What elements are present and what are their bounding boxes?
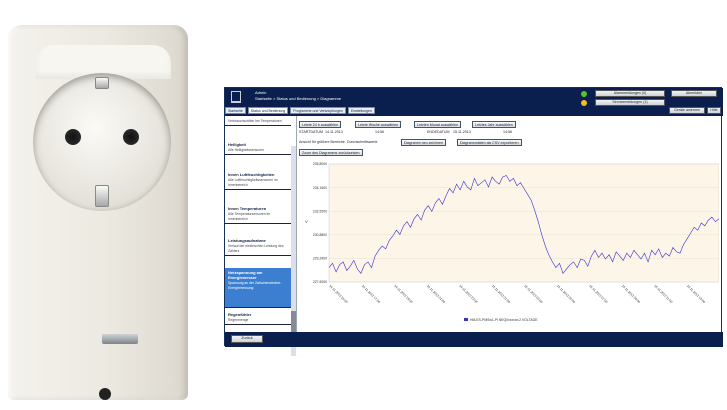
user-name: Admin	[255, 90, 267, 95]
sidebar-item-desc: Verlauf der elektrischen Leistung des Zä…	[228, 244, 284, 253]
chart-area[interactable]: 227,6000 229,2400 230,8800 232,5200 234,1600…	[299, 160, 727, 330]
breadcrumb: Startseite > Status und Bedienung > Diag…	[255, 96, 342, 101]
sidebar-item-title: Helligkeit	[228, 142, 246, 147]
plot-background	[328, 163, 720, 283]
start-time-field[interactable]: 14:56	[375, 130, 384, 134]
diagram-sidebar: Verbrauchszähler bei Temperaturen Hellig…	[225, 116, 297, 356]
alarm-status-dot	[581, 91, 587, 97]
x-tick-label: 14.11.2013 19:00	[393, 284, 413, 304]
main-tabs: Startseite Status und Bedienung Programm…	[225, 107, 375, 114]
sidebar-item-title: Netzspannung am Energiemesser	[228, 270, 263, 280]
energy-meter-plug-photo	[8, 25, 188, 400]
start-date-label: STARTDATUM	[299, 130, 323, 134]
x-tick-label: 14.11.2013 21:00	[426, 284, 446, 304]
sidebar-item-helligkeit[interactable]: Helligkeit Alle Helligkeitssensoren	[225, 140, 291, 155]
tab-startseite[interactable]: Startseite	[225, 107, 246, 114]
x-tick-label: 15.11.2013 07:00	[588, 284, 608, 304]
last-year-button[interactable]: Letztes Jahr auswählen	[472, 121, 516, 128]
voltage-chart[interactable]: 227,6000 229,2400 230,8800 232,5200 234,1600…	[299, 160, 727, 330]
end-time-field[interactable]: 14:56	[503, 130, 512, 134]
status-led-bar	[102, 334, 138, 344]
sidebar-item-title: Leistungsaufnahme	[228, 238, 266, 243]
config-button-hole	[99, 388, 111, 400]
start-date-field[interactable]: 14.11.2013	[325, 130, 343, 134]
help-button[interactable]: Hilfe	[707, 107, 721, 114]
y-tick-label: 235,8000	[313, 162, 327, 166]
service-status-dot	[581, 100, 587, 106]
sidebar-item-netzspannung[interactable]: Netzspannung am Energiemesser Spannung an…	[225, 268, 291, 308]
export-csv-button[interactable]: Diagrammdaten als CSV exportieren	[457, 139, 522, 146]
sidebar-item-desc: Spannung an der Zwischenstecker-Energiem…	[228, 281, 282, 290]
house-logo-icon	[231, 91, 241, 103]
earth-contact-top	[95, 77, 109, 89]
end-date-field[interactable]: 15.11.2013	[453, 130, 471, 134]
sidebar-item-desc: Alle Luftfeuchtigkeitssensoren im Innenb…	[228, 178, 278, 187]
redraw-button[interactable]: Diagramm neu zeichnen	[401, 139, 446, 146]
x-tick-label: 14.11.2013 15:00	[328, 284, 348, 304]
range-view-label: Ansicht für größere Bereiche	[299, 140, 345, 144]
x-tick-label: 15.11.2013 13:00	[686, 284, 706, 304]
schuko-socket	[33, 73, 171, 211]
legend-label: HM-ES-PMSw1-Pl NEQ0xxxxxx:2.VOLTAGE	[470, 318, 538, 322]
y-tick-label: 229,2400	[313, 257, 327, 261]
legend-swatch	[464, 318, 468, 321]
x-tick-label: 14.11.2013 17:00	[361, 284, 381, 304]
back-button[interactable]: Zurück	[231, 335, 263, 343]
sidebar-item-leistung[interactable]: Leistungsaufnahme Verlauf der elektrische…	[225, 236, 291, 256]
sidebar-item-title: Regenfühler	[228, 312, 252, 317]
tab-programme[interactable]: Programme und Verknüpfungen	[290, 107, 346, 114]
sidebar-item-luftfeuchte[interactable]: Innen Luftfeuchtigkeiten Alle Luftfeuchti…	[225, 170, 291, 190]
socket-hole-left	[65, 129, 81, 145]
y-tick-label: 227,6000	[313, 280, 327, 284]
sidebar-scrollbar[interactable]	[291, 146, 296, 356]
y-tick-label: 230,8800	[313, 233, 327, 237]
x-tick-label: 15.11.2013 03:00	[523, 284, 543, 304]
x-tick-label: 14.11.2013 23:00	[458, 284, 478, 304]
x-tick-label: 15.11.2013 09:00	[621, 284, 641, 304]
sidebar-item-top[interactable]: Verbrauchszähler bei Temperaturen	[225, 116, 291, 126]
sidebar-top-label: Verbrauchszähler bei Temperaturen	[228, 119, 282, 123]
earth-contact-bottom	[95, 185, 109, 207]
last-24h-button[interactable]: Letzte 24 h auswählen	[299, 121, 341, 128]
x-tick-label: 15.11.2013 01:00	[491, 284, 511, 304]
footer-bar: Zurück	[225, 332, 723, 347]
sidebar-item-desc: Regenmenge	[228, 318, 249, 322]
sidebar-item-title: Innen Temperaturen	[228, 206, 267, 211]
sidebar-item-title: Innen Luftfeuchtigkeiten	[228, 172, 275, 177]
alarm-messages-button[interactable]: Alarmmeldungen (0)	[595, 90, 665, 97]
y-axis-label: V	[305, 219, 308, 224]
tab-status-bedienung[interactable]: Status und Bedienung	[247, 107, 289, 114]
ccu-webui-window: Admin Startseite > Status und Bedienung …	[224, 87, 727, 356]
service-messages-button[interactable]: Servicemeldungen (1)	[595, 99, 665, 106]
sidebar-item-desc: Alle Helligkeitssensoren	[228, 148, 264, 152]
last-month-button[interactable]: Letzten Monat auswählen	[414, 121, 461, 128]
sidebar-item-temperaturen[interactable]: Innen Temperaturen Alle Temperatursensore…	[225, 204, 291, 224]
sidebar-item-regen[interactable]: Regenfühler Regenmenge	[225, 310, 291, 325]
last-week-button[interactable]: Letzte Woche auswählen	[355, 121, 402, 128]
device-wizard-button[interactable]: Geräte anlernen	[669, 107, 705, 114]
end-date-label: ENDEDATUM	[427, 130, 450, 134]
range-view-select[interactable]: Durchschnittswerte	[347, 140, 378, 144]
y-tick-label: 234,1600	[313, 186, 327, 190]
x-tick-label: 15.11.2013 11:00	[653, 284, 673, 304]
header-bar: Admin Startseite > Status und Bedienung …	[225, 88, 723, 116]
sidebar-item-desc: Alle Temperatursensoren im Innenbereich	[228, 212, 271, 221]
x-tick-label: 15.11.2013 05:00	[556, 284, 576, 304]
logout-button[interactable]: Abmelden	[671, 90, 717, 97]
socket-hole-right	[123, 129, 139, 145]
reset-zoom-button[interactable]: Zoom des Diagramms zurücksetzen	[299, 149, 363, 156]
x-tick-label: 15.11.2013 14:56	[718, 284, 719, 304]
y-tick-label: 232,5200	[313, 209, 327, 213]
tab-einstellungen[interactable]: Einstellungen	[347, 107, 375, 114]
